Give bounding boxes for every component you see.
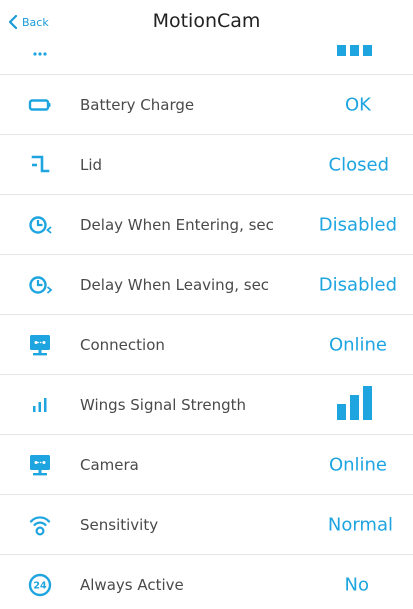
list-item-sensitivity[interactable]: Sensitivity Normal (0, 495, 413, 555)
list-item-label: Delay When Entering, sec (80, 215, 274, 234)
delay-leaving-icon (27, 272, 53, 298)
list-item-connection[interactable]: Connection Online (0, 315, 413, 375)
temperature-icon (27, 45, 53, 58)
list-item-label: Sensitivity (80, 515, 159, 534)
list-item-lid[interactable]: Lid Closed (0, 135, 413, 195)
list-item-camera[interactable]: Camera Online (0, 435, 413, 495)
nav-header: Back MotionCam (0, 0, 413, 45)
signal-bars-partial (335, 45, 375, 60)
camera-icon (27, 452, 53, 478)
sensitivity-icon (27, 512, 53, 538)
list-item-label: Always Active (80, 576, 184, 594)
svg-text:24: 24 (33, 581, 47, 592)
list-item-value: Disabled (318, 214, 397, 235)
list-item-battery-charge[interactable]: Battery Charge OK (0, 75, 413, 135)
list-item-delay-entering[interactable]: Delay When Entering, sec Disabled (0, 195, 413, 255)
list-item-value: Normal (327, 514, 393, 535)
list-item-label: Wings Signal Strength (80, 395, 247, 414)
list-item-label: Camera (80, 455, 139, 474)
list-item-wings-signal-strength[interactable]: Wings Signal Strength (0, 375, 413, 435)
list-item-label: Battery Charge (80, 95, 195, 114)
signal-icon (27, 392, 53, 418)
always-active-icon: 24 (27, 572, 53, 598)
list-item-value: Online (328, 334, 387, 355)
list-item-value: Online (328, 454, 387, 475)
delay-entering-icon (27, 212, 53, 238)
list-item-delay-leaving[interactable]: Delay When Leaving, sec Disabled (0, 255, 413, 315)
lid-icon (27, 152, 53, 178)
list-item-value: No (344, 574, 369, 596)
list-item-value: OK (345, 94, 371, 115)
list-item-label: Connection (80, 335, 165, 354)
list-item-value: Closed (328, 154, 389, 175)
signal-strength-bars (335, 385, 375, 424)
list-item-label: Lid (80, 155, 103, 174)
list-item-partial[interactable] (0, 45, 413, 75)
connection-icon (27, 332, 53, 358)
list-item-value: Disabled (318, 274, 397, 295)
device-settings-list: Battery Charge OK Lid Closed Delay When … (0, 45, 413, 609)
list-item-label: Delay When Leaving, sec (80, 275, 270, 294)
list-item-always-active[interactable]: 24 Always Active No (0, 555, 413, 609)
battery-icon (27, 92, 53, 118)
page-title: MotionCam (152, 10, 261, 32)
